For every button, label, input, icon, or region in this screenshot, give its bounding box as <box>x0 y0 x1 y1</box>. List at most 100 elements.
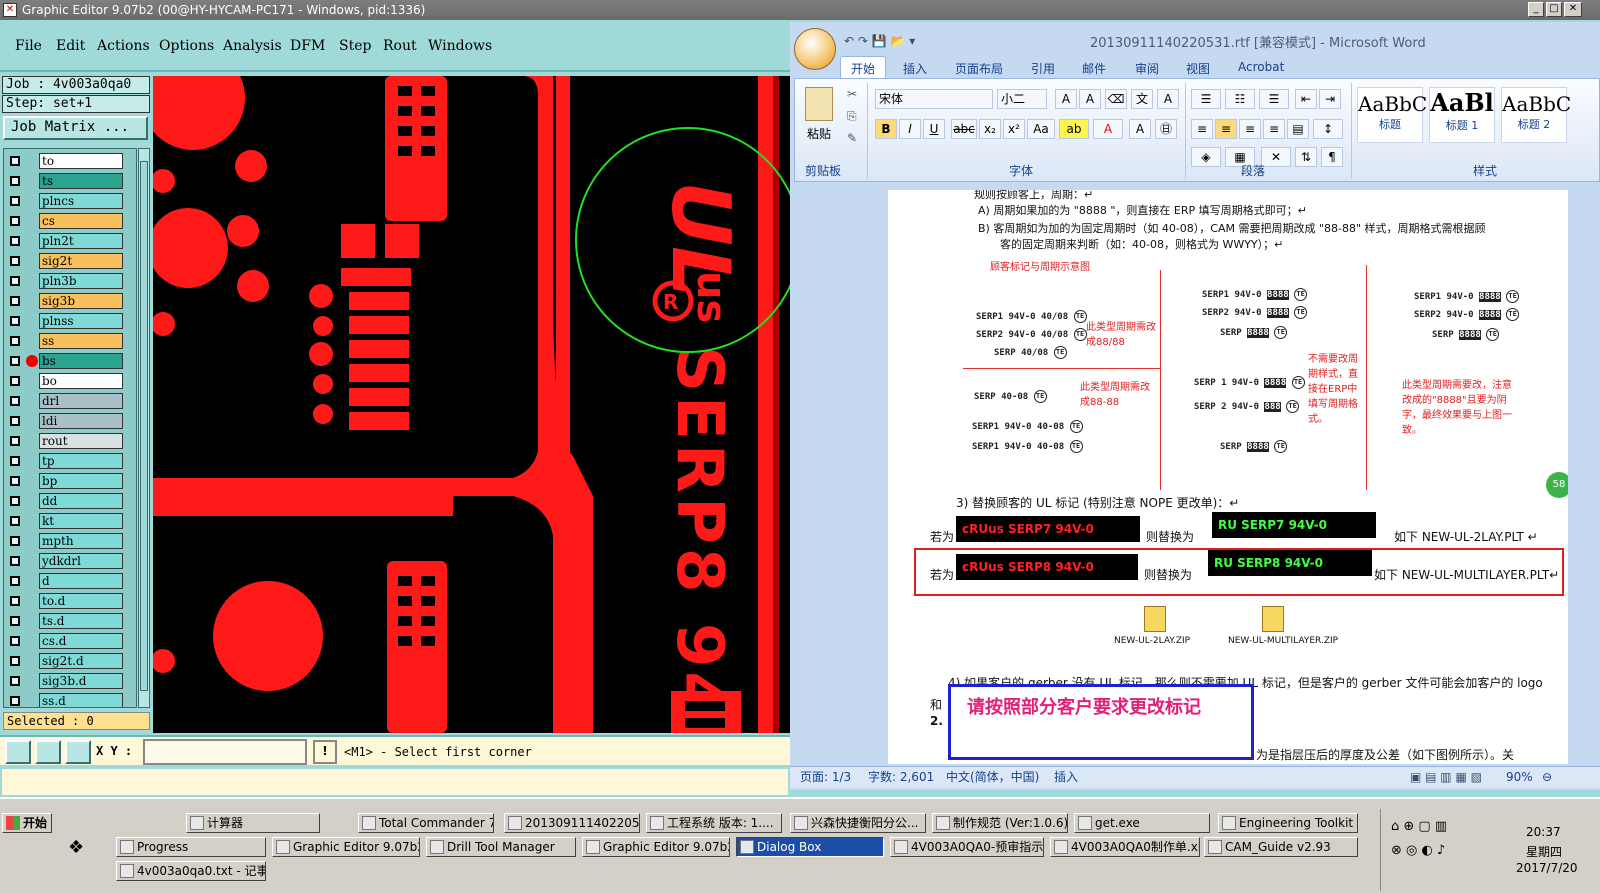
status-mode[interactable]: 插入 <box>1054 767 1078 787</box>
clock-time[interactable]: 20:37 <box>1526 825 1561 839</box>
layer-checkbox[interactable] <box>10 236 20 246</box>
menu-analysis[interactable]: Analysis <box>223 38 282 54</box>
layer-checkbox[interactable] <box>10 216 20 226</box>
layer-name[interactable]: pln2t <box>39 233 123 249</box>
increase-indent-icon[interactable]: ⇥ <box>1319 89 1341 109</box>
layer-name[interactable]: ts.d <box>39 613 123 629</box>
layer-checkbox[interactable] <box>10 436 20 446</box>
zip-label[interactable]: NEW-UL-2LAY.ZIP <box>1114 636 1190 646</box>
layer-checkbox[interactable] <box>10 616 20 626</box>
tab-references[interactable]: 引用 <box>1031 60 1055 77</box>
tool-select-icon[interactable] <box>5 740 31 764</box>
layer-row[interactable]: bp <box>4 473 136 489</box>
taskbar-button[interactable]: get.exe <box>1074 813 1210 833</box>
superscript-icon[interactable]: x² <box>1003 119 1025 139</box>
style-heading-1[interactable]: AaBl 标题 1 <box>1429 87 1495 143</box>
layer-row[interactable]: bs <box>4 353 136 369</box>
line-spacing-icon[interactable]: ↕ <box>1313 119 1343 139</box>
layer-name[interactable]: pln3b <box>39 273 123 289</box>
layer-name[interactable]: sig3b.d <box>39 673 123 689</box>
style-title[interactable]: AaBbC 标题 <box>1357 87 1427 143</box>
layer-row[interactable]: sig2t.d <box>4 653 136 669</box>
grow-font-icon[interactable]: A <box>1055 89 1077 109</box>
layer-row[interactable]: sig2t <box>4 253 136 269</box>
layer-checkbox[interactable] <box>10 176 20 186</box>
justify-icon[interactable]: ≡ <box>1263 119 1285 139</box>
taskbar-button[interactable]: Total Commander 7.0... <box>358 813 494 833</box>
tab-acrobat[interactable]: Acrobat <box>1238 60 1284 74</box>
taskbar-button[interactable]: 4V003A0QA0制作单.xls... <box>1050 837 1200 857</box>
layer-row[interactable]: dd <box>4 493 136 509</box>
warning-button[interactable]: ! <box>313 740 337 764</box>
menu-options[interactable]: Options <box>159 38 214 54</box>
menu-windows[interactable]: Windows <box>428 38 492 54</box>
underline-icon[interactable]: U <box>923 119 945 139</box>
layer-name[interactable]: plncs <box>39 193 123 209</box>
tool-grid-icon[interactable] <box>65 740 91 764</box>
layer-checkbox[interactable] <box>10 556 20 566</box>
char-shading-icon[interactable]: A <box>1129 119 1151 139</box>
layer-row[interactable]: ts <box>4 173 136 189</box>
layer-checkbox[interactable] <box>10 156 20 166</box>
taskbar-button[interactable]: Progress <box>116 837 266 857</box>
layer-checkbox[interactable] <box>10 576 20 586</box>
layer-checkbox[interactable] <box>10 496 20 506</box>
callout-box[interactable]: 请按照部分客户要求更改标记 <box>948 684 1254 760</box>
minimize-button[interactable]: _ <box>1528 2 1544 17</box>
status-language[interactable]: 中文(简体，中国) <box>946 767 1039 787</box>
zip-icon[interactable] <box>1262 606 1284 632</box>
layer-checkbox[interactable] <box>10 636 20 646</box>
layer-checkbox[interactable] <box>10 456 20 466</box>
layer-checkbox[interactable] <box>10 596 20 606</box>
layer-checkbox[interactable] <box>10 376 20 386</box>
layer-name[interactable]: to.d <box>39 593 123 609</box>
layer-row[interactable]: ydkdrl <box>4 553 136 569</box>
graphics-canvas[interactable]: SERP8 94V-0 us UL R <box>153 76 790 733</box>
layer-row[interactable]: plnss <box>4 313 136 329</box>
highlight-icon[interactable]: ab <box>1059 119 1089 139</box>
job-matrix-button[interactable]: Job Matrix ... <box>3 116 148 140</box>
layer-checkbox[interactable] <box>10 196 20 206</box>
layer-row[interactable]: plncs <box>4 193 136 209</box>
tab-mailings[interactable]: 邮件 <box>1082 60 1106 77</box>
layer-row[interactable]: pln2t <box>4 233 136 249</box>
tab-insert[interactable]: 插入 <box>903 60 927 77</box>
status-words[interactable]: 字数: 2,601 <box>868 767 934 787</box>
layer-row[interactable]: d <box>4 573 136 589</box>
numbering-icon[interactable]: ☷ <box>1225 89 1255 109</box>
font-size-select[interactable]: 小二 <box>997 89 1047 109</box>
layer-row[interactable]: pln3b <box>4 273 136 289</box>
taskbar-button[interactable]: Engineering Toolkit 9.... <box>1218 813 1358 833</box>
layer-name[interactable]: d <box>39 573 123 589</box>
tab-view[interactable]: 视图 <box>1186 60 1210 77</box>
taskbar-button[interactable]: 制作规范 (Ver:1.0.6) <box>932 813 1068 833</box>
notification-bubble[interactable]: 58 <box>1546 472 1568 498</box>
bold-icon[interactable]: B <box>875 119 897 139</box>
style-heading-2[interactable]: AaBbC 标题 2 <box>1501 87 1571 143</box>
layer-name[interactable]: bp <box>39 473 123 489</box>
layer-row[interactable]: to.d <box>4 593 136 609</box>
layer-checkbox[interactable] <box>10 296 20 306</box>
layer-name[interactable]: tp <box>39 453 123 469</box>
distribute-icon[interactable]: ▤ <box>1287 119 1309 139</box>
layer-checkbox[interactable] <box>10 476 20 486</box>
layer-name[interactable]: cs.d <box>39 633 123 649</box>
layer-row[interactable]: mpth <box>4 533 136 549</box>
layer-checkbox[interactable] <box>10 516 20 526</box>
cut-icon[interactable]: ✂ <box>847 87 857 101</box>
zoom-level[interactable]: 90% <box>1506 767 1533 787</box>
layer-name[interactable]: ts <box>39 173 123 189</box>
taskbar-button[interactable]: Drill Tool Manager <box>426 837 576 857</box>
italic-icon[interactable]: I <box>899 119 921 139</box>
layer-checkbox[interactable] <box>10 276 20 286</box>
tab-home[interactable]: 开始 <box>840 56 887 80</box>
shrink-font-icon[interactable]: A <box>1079 89 1101 109</box>
scrollbar-thumb[interactable] <box>140 161 148 691</box>
decrease-indent-icon[interactable]: ⇤ <box>1295 89 1317 109</box>
layer-name[interactable]: to <box>39 153 123 169</box>
taskbar-button[interactable]: 兴森快捷衡阳分公... <box>790 813 926 833</box>
view-buttons[interactable]: ▣ ▤ ▥ ▦ ▧ <box>1410 767 1482 787</box>
taskbar-button[interactable]: 201309111402205... <box>504 813 640 833</box>
sort-icon[interactable]: ⇅ <box>1295 147 1317 167</box>
align-center-icon[interactable]: ≡ <box>1215 119 1237 139</box>
